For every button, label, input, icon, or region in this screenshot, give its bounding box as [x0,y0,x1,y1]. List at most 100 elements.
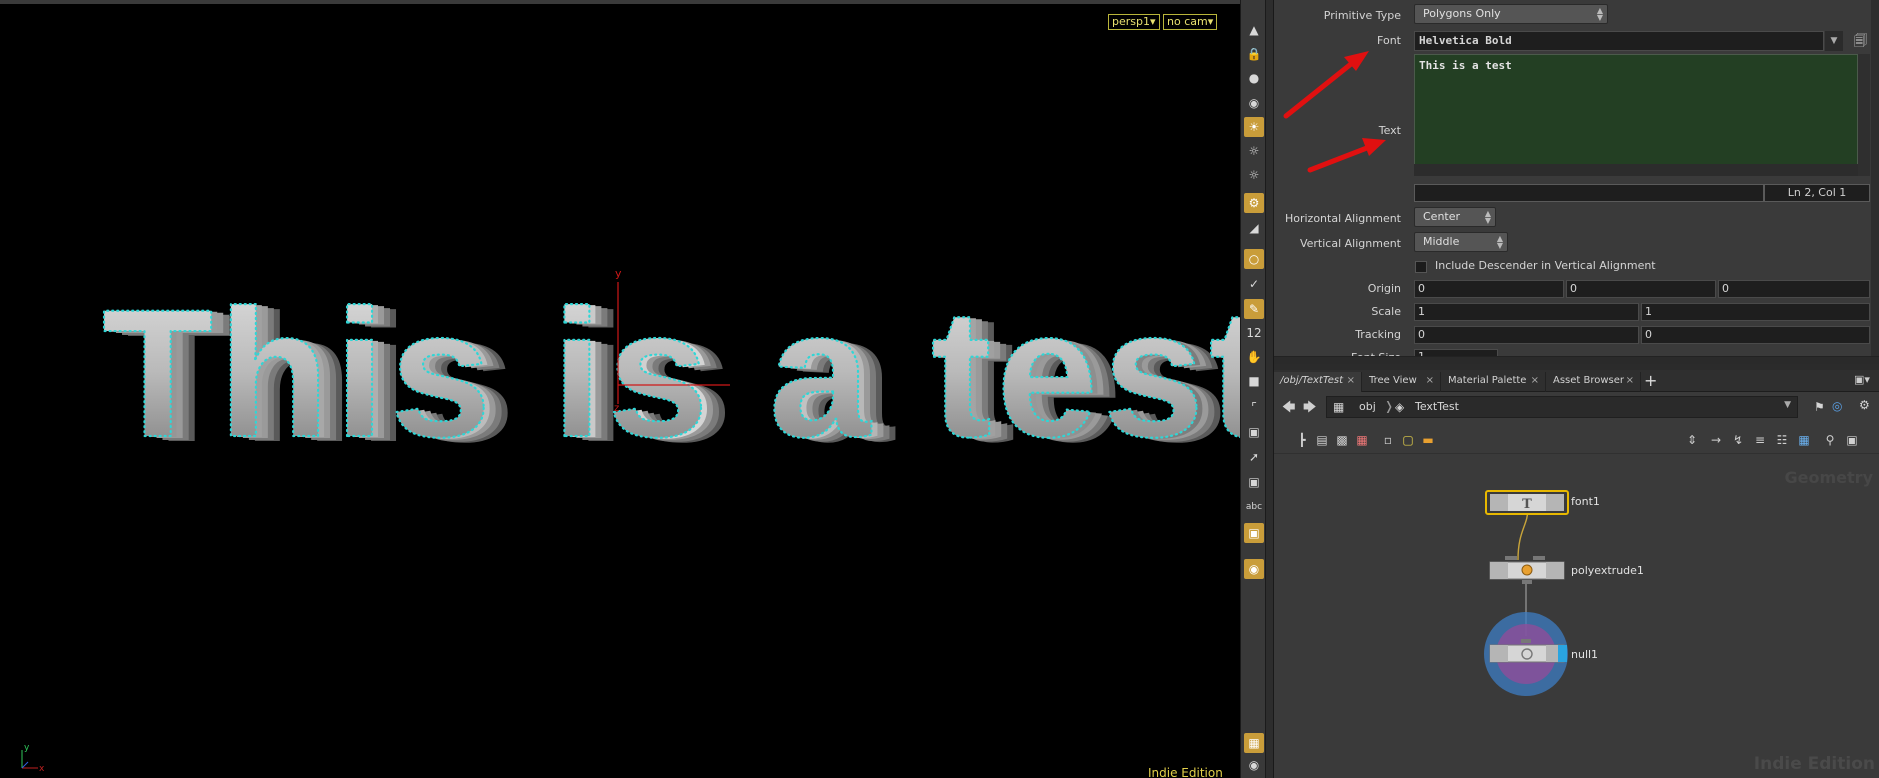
pane-divider[interactable] [1274,356,1879,364]
headlight-icon[interactable]: ☀ [1244,117,1264,137]
svg-text:y: y [24,743,30,753]
material-icon[interactable]: ⚙ [1244,193,1264,213]
primitive-type-dropdown[interactable]: Polygons Only ▲ ▼ [1414,4,1608,24]
node-font1[interactable]: T [1485,490,1569,515]
brush-icon[interactable]: ✓ [1244,274,1264,294]
node-label-null1[interactable]: null1 [1571,648,1598,661]
eyedropper-icon[interactable]: ✎ [1244,299,1264,319]
node-polyextrude1[interactable] [1489,556,1565,584]
font-field[interactable]: Helvetica Bold [1414,31,1824,51]
snap-icon[interactable]: ▣ [1244,422,1264,442]
grid-lines-icon[interactable]: ☷ [1774,432,1790,448]
forward-arrow-icon[interactable]: 🡆 [1303,398,1316,420]
text-scrollbar[interactable] [1858,54,1870,176]
visibility-icon[interactable]: ◉ [1244,755,1264,775]
pin-icon[interactable]: ◉ [1244,559,1264,579]
node-null1[interactable] [1484,612,1568,696]
origin-y-field[interactable]: 0 [1566,280,1716,298]
light2-icon[interactable]: ☼ [1244,165,1264,185]
tree-icon[interactable]: ┣ [1294,432,1310,448]
node-label-font1[interactable]: font1 [1571,495,1600,508]
include-descender-label: Include Descender in Vertical Alignment [1435,259,1656,272]
pin-icon[interactable]: ⚑ [1814,400,1825,414]
sticky-note-icon[interactable]: ▢ [1400,432,1416,448]
hand-icon[interactable]: ✋ [1244,347,1264,367]
text-label: Text [1378,124,1401,137]
shading-icon[interactable]: ◢ [1244,218,1264,238]
connect-icon[interactable]: → [1708,432,1724,448]
display-options-icon[interactable]: ◉ [1244,93,1264,113]
ghost-icon[interactable]: ▲ [1244,20,1264,40]
node-label-polyextrude1[interactable]: polyextrude1 [1571,564,1644,577]
snapshot-icon[interactable]: ● [1244,68,1264,88]
spreadsheet-icon[interactable]: ▩ [1334,432,1350,448]
wire-icon[interactable]: ↯ [1730,432,1746,448]
stop-icon[interactable]: ▣ [1244,472,1264,492]
color-palette-icon[interactable]: ▦ [1354,432,1370,448]
chevron-updown-icon: ▲ ▼ [1484,209,1491,225]
text-horizontal-scrollbar[interactable] [1414,164,1858,176]
dot-icon[interactable]: ▬ [1420,432,1436,448]
origin-z-label: z [614,403,619,414]
file-browse-icon[interactable]: 🗐 [1854,32,1870,50]
list-icon[interactable]: ▤ [1314,432,1330,448]
tab-material-palette[interactable]: Material Palette × [1442,372,1546,392]
wire-font-to-extrude [1517,507,1529,561]
tracking-y-field[interactable]: 0 [1641,326,1870,344]
close-icon[interactable]: × [1426,372,1434,390]
lock-icon[interactable]: 🔒 [1244,44,1264,64]
path-separator-icon: ❭ [1384,399,1395,413]
origin-x-field[interactable]: 0 [1414,280,1564,298]
camera-icon[interactable]: ▣ [1844,432,1860,448]
close-icon[interactable]: × [1626,372,1634,390]
network-toolbar: ┣ ▤ ▩ ▦ ▫ ▢ ▬ ⇕ → ↯ ≡ ☷ ▦ ⚲ ▣ [1274,426,1879,454]
scale-x-field[interactable]: 1 [1414,303,1639,321]
no-camera-menu[interactable]: no cam▾ [1163,14,1218,30]
layout-icon[interactable]: ≡ [1752,432,1768,448]
close-icon[interactable]: × [1347,372,1355,390]
origin-z-field[interactable]: 0 [1718,280,1870,298]
font-dropdown-icon[interactable]: ▼ [1825,31,1843,51]
display-flag [1558,645,1567,662]
scene-viewport[interactable]: This is a test This is a test This is a … [0,0,1240,778]
path-root[interactable]: obj [1359,400,1376,413]
tracking-x-field[interactable]: 0 [1414,326,1639,344]
light-icon[interactable]: ☼ [1244,141,1264,161]
tab-network[interactable]: /obj/TextTest × [1274,372,1362,392]
close-icon[interactable]: × [1531,372,1539,390]
path-node[interactable]: TextTest [1415,400,1459,413]
vertical-alignment-dropdown[interactable]: Middle ▲ ▼ [1414,232,1508,252]
tab-tree-view[interactable]: Tree View × [1363,372,1441,392]
include-descender-checkbox[interactable] [1415,261,1427,273]
corner-icon[interactable]: ⌜ [1244,397,1264,417]
image-icon[interactable]: ▣ [1244,523,1264,543]
numbers-icon[interactable]: 12 [1244,323,1264,343]
vertical-alignment-value: Middle [1423,235,1460,248]
search-icon[interactable]: ⚲ [1822,432,1838,448]
path-field[interactable]: ▦ obj ❭ ◈ TextTest ▼ [1326,396,1798,418]
align-icon[interactable]: ⇕ [1684,432,1700,448]
chevron-down-icon[interactable]: ▼ [1784,400,1791,410]
point-icon[interactable]: ○ [1244,249,1264,269]
abc-text-icon[interactable]: abc [1244,497,1264,517]
chevron-updown-icon: ▲ ▼ [1596,6,1603,22]
add-tab-button[interactable]: + [1644,371,1657,390]
origin-y-label: y [615,267,622,280]
camera-menu[interactable]: persp1▾ [1108,14,1160,30]
network-canvas[interactable]: Geometry Indie Edition T font1 polyextru… [1274,456,1879,778]
gear-icon[interactable]: ⚙ [1859,398,1870,412]
measure-icon[interactable]: ➚ [1244,447,1264,467]
link-icon[interactable]: ◎ [1832,399,1842,413]
parameter-scrollbar[interactable] [1871,0,1879,356]
back-arrow-icon[interactable]: 🡄 [1282,398,1295,420]
pane-splitter[interactable] [1266,0,1274,778]
pane-menu-icon[interactable]: ▣▾ [1854,373,1870,386]
grid-icon[interactable]: ▦ [1244,733,1264,753]
paint-icon[interactable]: ■ [1244,371,1264,391]
text-editor[interactable]: This is a test [1414,54,1858,176]
horizontal-alignment-dropdown[interactable]: Center ▲ ▼ [1414,207,1496,227]
tab-asset-browser[interactable]: Asset Browser × [1547,372,1641,392]
grid-icon[interactable]: ▦ [1796,432,1812,448]
scale-y-field[interactable]: 1 [1641,303,1870,321]
network-box-icon[interactable]: ▫ [1380,432,1396,448]
